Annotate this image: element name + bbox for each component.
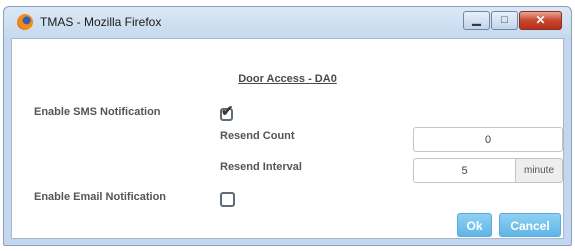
- dialog-content: Door Access - DA0 Enable SMS Notificatio…: [11, 38, 564, 239]
- checkmark-icon: ✔: [221, 103, 234, 120]
- cancel-button[interactable]: Cancel: [499, 213, 561, 237]
- title-bar[interactable]: TMAS - Mozilla Firefox ▁ □ ✕: [4, 7, 571, 38]
- browser-window: TMAS - Mozilla Firefox ▁ □ ✕ Door Access…: [3, 6, 572, 246]
- maximize-button[interactable]: □: [491, 11, 518, 30]
- resend-interval-input[interactable]: [413, 158, 516, 183]
- window-title: TMAS - Mozilla Firefox: [40, 15, 162, 29]
- maximize-icon: □: [501, 14, 508, 26]
- minimize-icon: ▁: [472, 14, 481, 26]
- firefox-icon: [17, 14, 33, 30]
- close-button[interactable]: ✕: [519, 11, 562, 30]
- email-notification-label: Enable Email Notification: [34, 191, 167, 203]
- minimize-button[interactable]: ▁: [463, 11, 490, 30]
- resend-count-input[interactable]: [413, 127, 563, 152]
- resend-interval-label: Resend Interval: [220, 161, 302, 173]
- ok-button[interactable]: Ok: [457, 213, 492, 237]
- email-notification-checkbox[interactable]: [220, 192, 235, 207]
- dialog-heading[interactable]: Door Access - DA0: [12, 73, 563, 85]
- sms-notification-label: Enable SMS Notification: [34, 106, 161, 118]
- sms-notification-checkbox[interactable]: ✔: [220, 104, 234, 121]
- close-icon: ✕: [535, 13, 546, 27]
- resend-interval-unit: minute: [516, 158, 563, 183]
- resend-count-label: Resend Count: [220, 130, 295, 142]
